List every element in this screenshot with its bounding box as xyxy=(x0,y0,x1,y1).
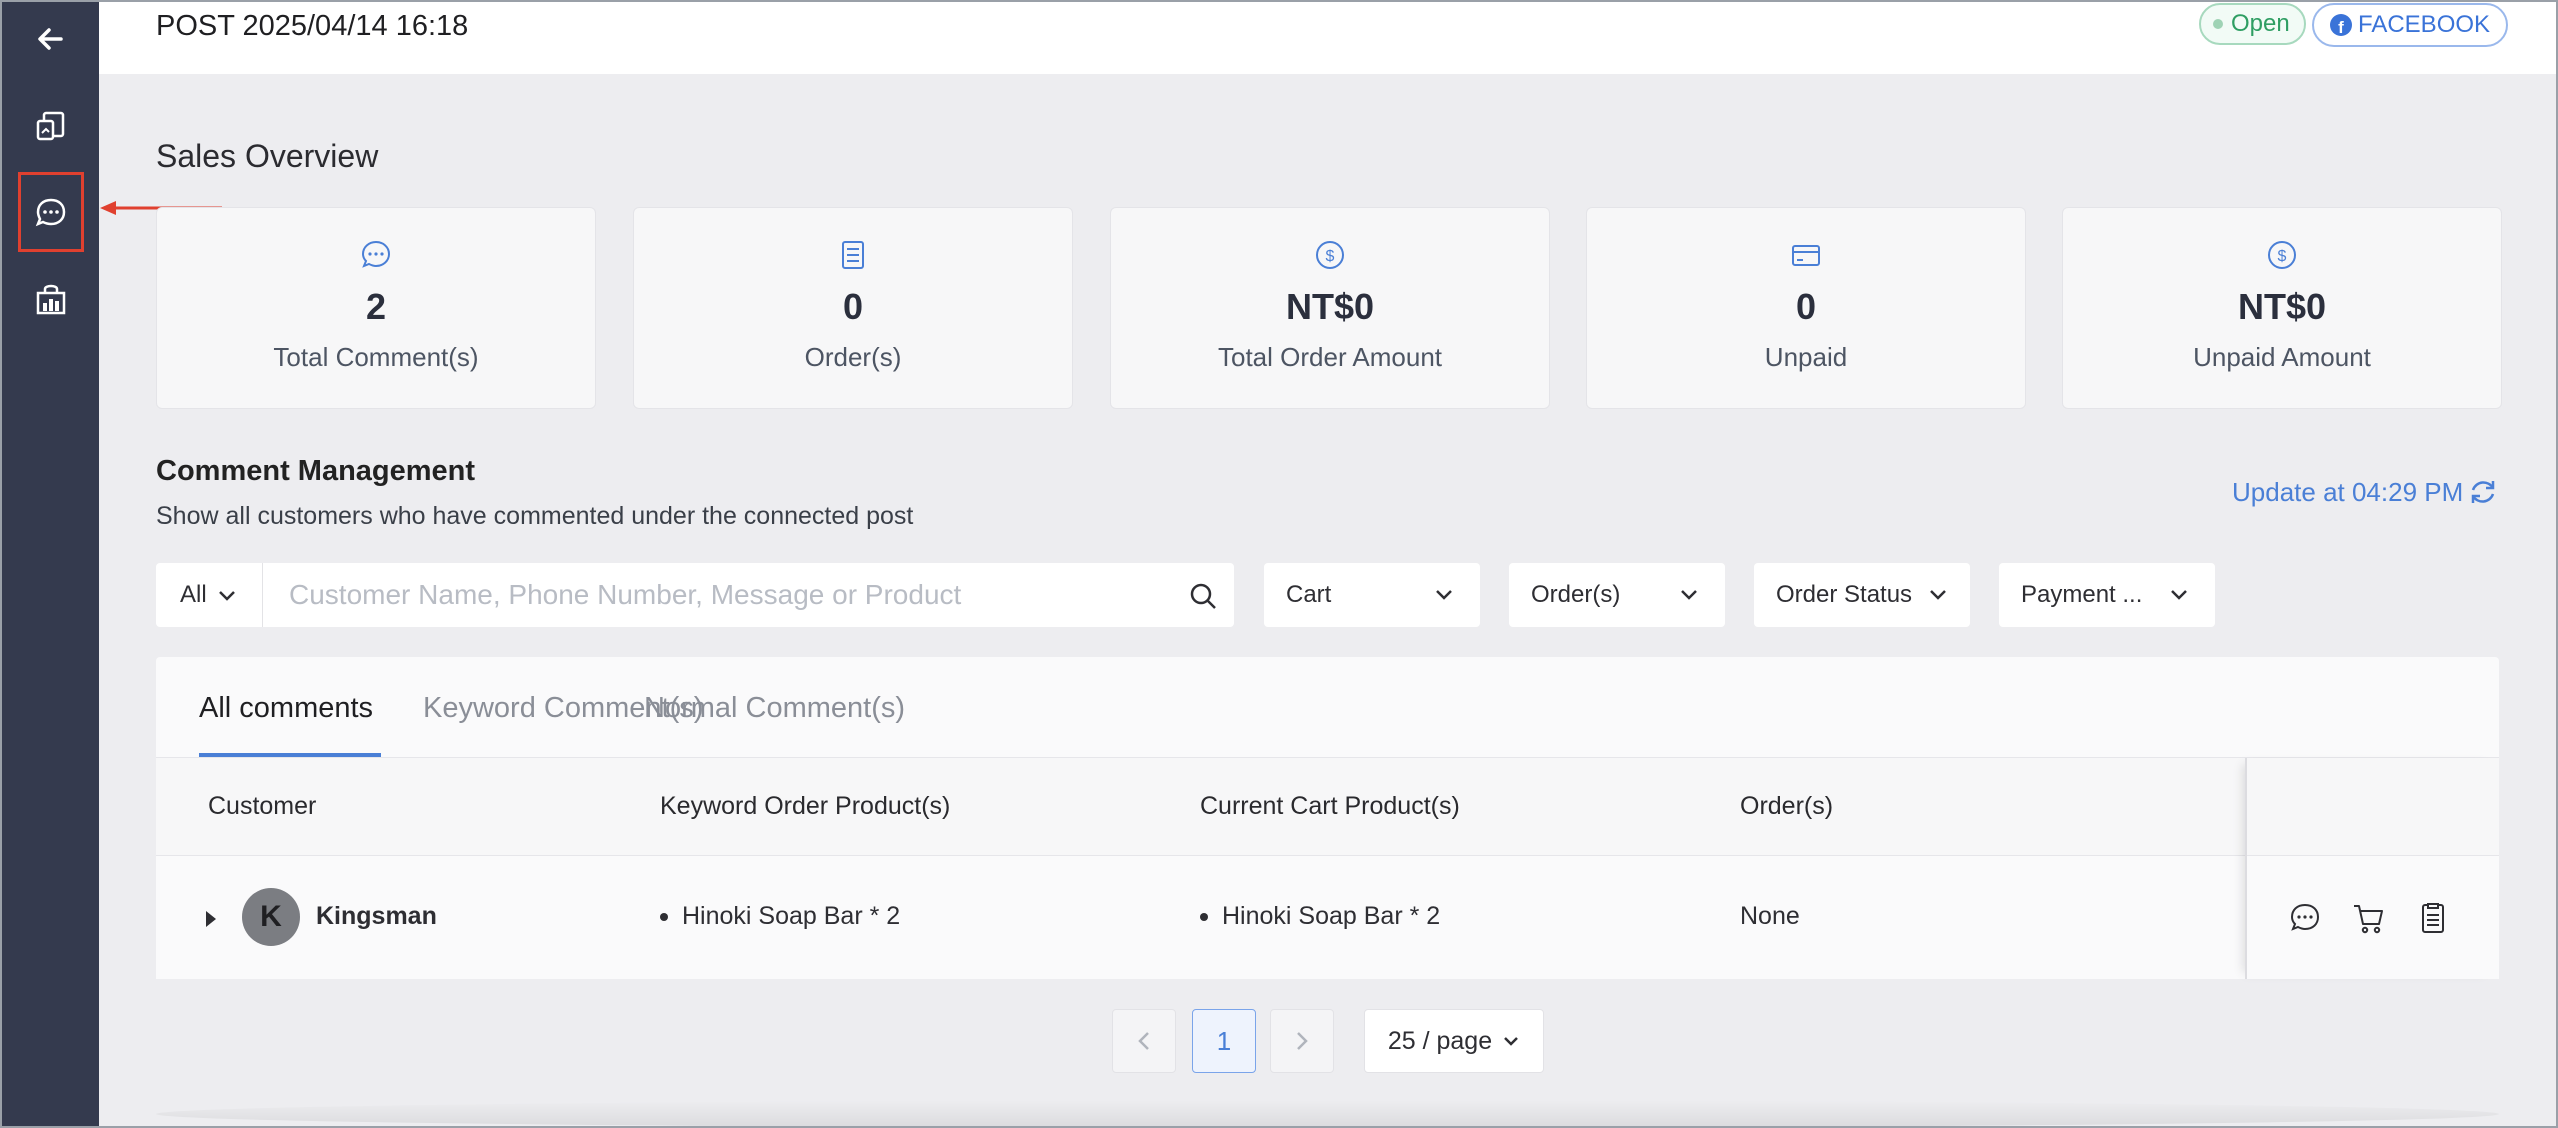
cart-product-item: Hinoki Soap Bar * 2 xyxy=(1200,902,1440,931)
status-label: Open xyxy=(2231,10,2290,37)
payment-filter[interactable]: Payment ... xyxy=(1999,563,2215,627)
card-total-order-amount: $ NT$0 Total Order Amount xyxy=(1110,207,1550,409)
keyword-product-item: Hinoki Soap Bar * 2 xyxy=(660,902,900,931)
prev-page-button[interactable] xyxy=(1112,1009,1176,1073)
card-orders: 0 Order(s) xyxy=(633,207,1073,409)
chevron-down-icon xyxy=(2171,590,2187,600)
update-button[interactable]: Update at 04:29 PM xyxy=(2232,476,2499,508)
comments-panel: All comments Keyword Comment(s) Normal C… xyxy=(156,657,2499,979)
chevron-down-icon xyxy=(218,591,235,601)
expand-caret-icon[interactable] xyxy=(206,911,216,927)
customer-name[interactable]: Kingsman xyxy=(316,902,437,931)
bullet-icon xyxy=(1200,913,1208,922)
chevron-down-icon xyxy=(1681,590,1697,600)
search-icon[interactable] xyxy=(1188,581,1218,611)
comment-management-title: Comment Management xyxy=(156,455,476,487)
actions-column xyxy=(2245,758,2499,979)
card-value: NT$0 xyxy=(1285,286,1375,327)
svg-text:$: $ xyxy=(1326,248,1335,265)
card-value: NT$0 xyxy=(2237,286,2327,327)
cart-filter[interactable]: Cart xyxy=(1264,563,1480,627)
dollar-icon: $ xyxy=(1316,241,1344,269)
card-icon xyxy=(1792,245,1820,266)
search-placeholder: Customer Name, Phone Number, Message or … xyxy=(289,579,962,610)
order-icon xyxy=(842,241,864,269)
card-label: Total Order Amount xyxy=(1218,342,1442,372)
cart-filter-label: Cart xyxy=(1286,581,1332,608)
tab-normal-comments[interactable]: Normal Comment(s) xyxy=(644,692,905,725)
status-dot-icon xyxy=(2213,19,2223,29)
card-label: Total Comment(s) xyxy=(273,342,479,372)
status-badge: Open xyxy=(2199,3,2306,45)
card-label: Order(s) xyxy=(804,342,902,372)
refresh-icon xyxy=(2472,481,2495,503)
column-customer: Customer xyxy=(208,792,317,820)
chevron-down-icon xyxy=(1436,590,1452,600)
svg-text:$: $ xyxy=(2278,248,2287,265)
card-label: Unpaid xyxy=(1764,342,1848,372)
order-status-filter-label: Order Status xyxy=(1776,581,1913,608)
tab-all-comments[interactable]: All comments xyxy=(199,692,373,725)
page-size-value: 25 / page xyxy=(1387,1026,1493,1055)
orders-filter-label: Order(s) xyxy=(1531,581,1621,608)
comment-management-subtitle: Show all customers who have commented un… xyxy=(156,502,914,530)
card-total-comments: 2 Total Comment(s) xyxy=(156,207,596,409)
column-orders: Order(s) xyxy=(1740,792,1834,820)
top-bar: POST 2025/04/14 16:18 Open f FACEBOOK xyxy=(99,0,2558,74)
comment-tabs: All comments Keyword Comment(s) Normal C… xyxy=(156,657,2499,758)
table-row: K Kingsman Hinoki Soap Bar * 2 Hinoki So… xyxy=(156,856,2499,979)
orders-value: None xyxy=(1740,902,1800,930)
card-value: 0 xyxy=(842,286,864,327)
comment-icon xyxy=(361,240,391,268)
facebook-icon: f xyxy=(2330,14,2352,36)
bullet-icon xyxy=(660,913,668,922)
column-keyword-products: Keyword Order Product(s) xyxy=(660,792,951,820)
page-size-select[interactable]: 25 / page xyxy=(1364,1009,1544,1073)
active-item-highlight xyxy=(18,172,84,252)
shop-icon[interactable] xyxy=(24,272,78,326)
search-input[interactable]: Customer Name, Phone Number, Message or … xyxy=(263,563,1234,627)
payment-filter-label: Payment ... xyxy=(2021,581,2143,608)
chevron-right-icon xyxy=(1297,1032,1308,1050)
card-value: 0 xyxy=(1795,286,1817,327)
scope-value: All xyxy=(180,581,207,608)
next-page-button[interactable] xyxy=(1270,1009,1334,1073)
back-arrow-icon[interactable] xyxy=(24,12,78,66)
chevron-down-icon xyxy=(1930,590,1946,600)
bottom-shadow xyxy=(156,1100,2499,1128)
cart-icon[interactable] xyxy=(2351,900,2387,936)
update-label: Update at 04:29 PM xyxy=(2232,476,2464,507)
order-status-filter[interactable]: Order Status xyxy=(1754,563,1970,627)
card-unpaid-amount: $ NT$0 Unpaid Amount xyxy=(2062,207,2502,409)
main-content: POST 2025/04/14 16:18 Open f FACEBOOK Sa… xyxy=(99,0,2558,1128)
active-tab-indicator xyxy=(199,753,381,757)
page-1-button[interactable]: 1 xyxy=(1192,1009,1256,1073)
keyword-product-text: Hinoki Soap Bar * 2 xyxy=(682,902,901,930)
avatar: K xyxy=(242,888,300,946)
posts-icon[interactable] xyxy=(24,99,78,153)
card-label: Unpaid Amount xyxy=(2193,342,2371,372)
scope-select[interactable]: All xyxy=(156,563,263,627)
column-cart-products: Current Cart Product(s) xyxy=(1200,792,1460,820)
cart-product-text: Hinoki Soap Bar * 2 xyxy=(1222,902,1441,930)
sidebar xyxy=(0,0,99,1128)
dollar-icon: $ xyxy=(2268,241,2296,269)
card-unpaid: 0 Unpaid xyxy=(1586,207,2026,409)
post-title: POST 2025/04/14 16:18 xyxy=(156,10,469,42)
chevron-down-icon xyxy=(1504,1037,1519,1046)
orders-filter[interactable]: Order(s) xyxy=(1509,563,1725,627)
order-icon[interactable] xyxy=(2415,900,2451,936)
table-header: Customer Keyword Order Product(s) Curren… xyxy=(156,758,2499,856)
section-title-sales-overview: Sales Overview xyxy=(156,138,379,174)
card-value: 2 xyxy=(365,286,387,327)
platform-label: FACEBOOK xyxy=(2358,11,2491,38)
comment-icon[interactable] xyxy=(2287,900,2323,936)
platform-badge[interactable]: f FACEBOOK xyxy=(2312,3,2509,47)
chevron-left-icon xyxy=(1138,1032,1149,1050)
